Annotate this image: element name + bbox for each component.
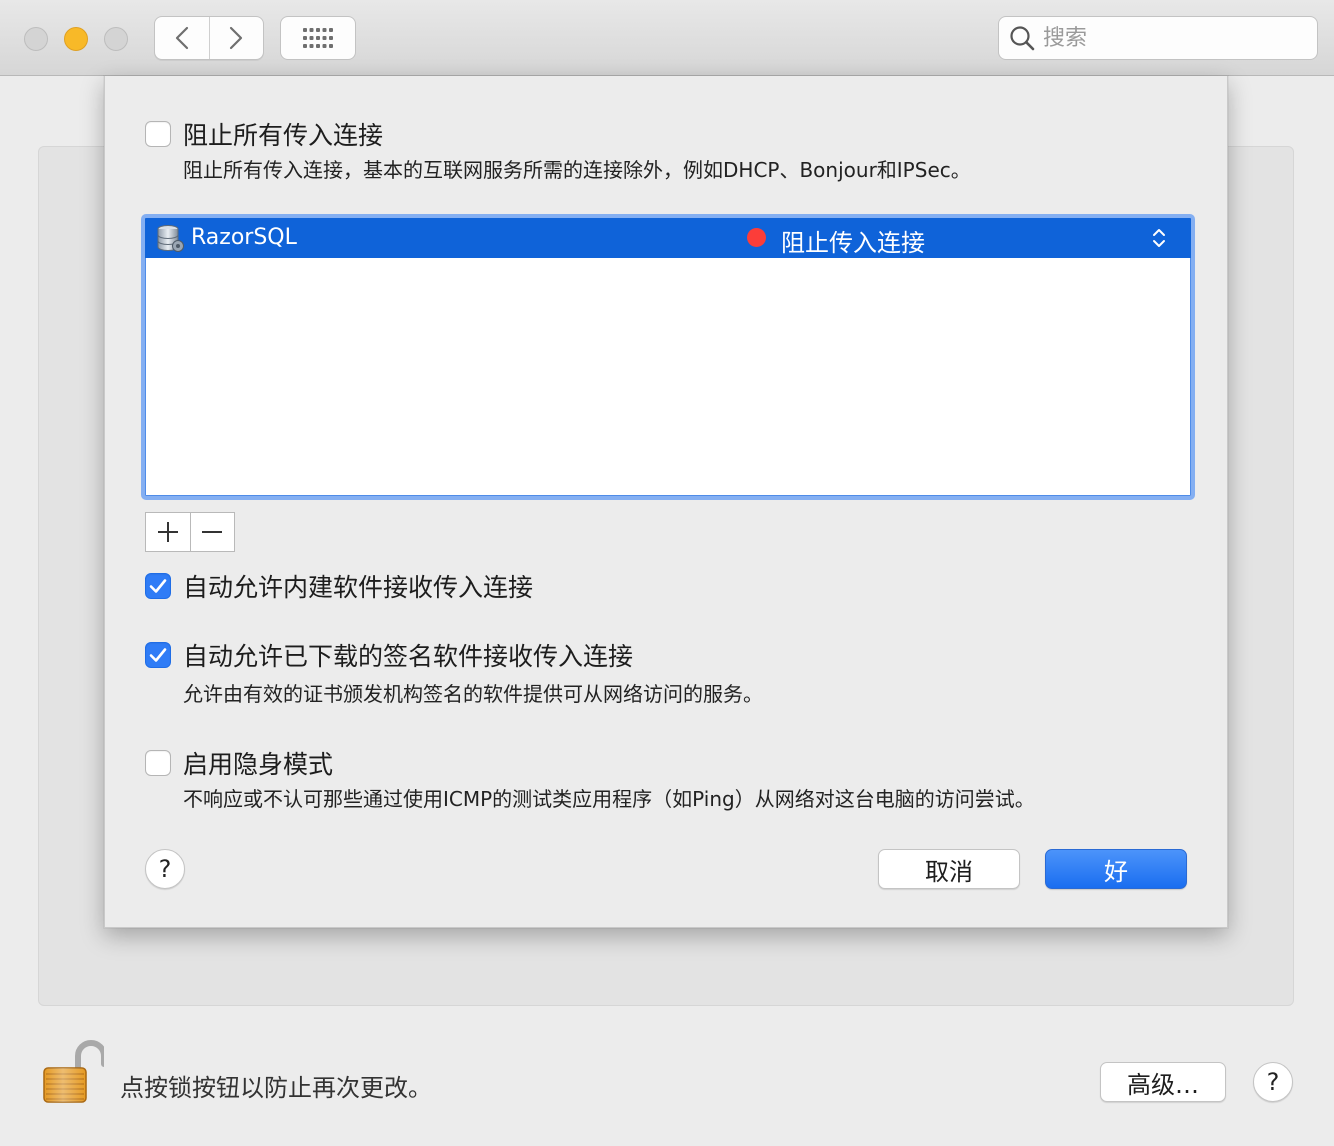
back-button[interactable] <box>155 17 209 59</box>
block-all-description: 阻止所有传入连接，基本的互联网服务所需的连接除外，例如DHCP、Bonjour和… <box>183 158 971 182</box>
blocked-status-dot <box>747 228 766 247</box>
checkmark-icon <box>149 648 167 662</box>
connection-status-select[interactable]: 阻止传入连接 <box>781 223 925 258</box>
firewall-options-sheet: 阻止所有传入连接 阻止所有传入连接，基本的互联网服务所需的连接除外，例如DHCP… <box>104 76 1228 928</box>
plus-icon <box>157 522 178 542</box>
advanced-button[interactable]: 高级… <box>1100 1062 1226 1102</box>
lock-status-text: 点按锁按钮以防止再次更改。 <box>120 1074 432 1102</box>
add-app-button[interactable] <box>146 513 190 551</box>
navigation-buttons <box>154 16 264 60</box>
stealth-mode-option[interactable]: 启用隐身模式 <box>145 745 333 781</box>
updown-chevron-icon[interactable] <box>1149 227 1169 249</box>
list-item[interactable]: RazorSQL 阻止传入连接 <box>145 218 1191 258</box>
block-all-label: 阻止所有传入连接 <box>183 121 384 150</box>
database-icon <box>157 225 184 252</box>
app-list[interactable]: RazorSQL 阻止传入连接 <box>141 214 1195 500</box>
search-input[interactable] <box>1043 25 1303 51</box>
window-toolbar <box>0 0 1334 76</box>
chevron-right-icon <box>230 26 243 50</box>
unlocked-padlock-icon[interactable] <box>38 1038 104 1106</box>
auto-allow-signed-checkbox[interactable] <box>145 642 171 668</box>
cancel-button[interactable]: 取消 <box>878 849 1020 889</box>
block-all-option[interactable]: 阻止所有传入连接 <box>145 116 383 152</box>
forward-button[interactable] <box>208 17 264 59</box>
auto-allow-builtin-option[interactable]: 自动允许内建软件接收传入连接 <box>145 568 533 604</box>
remove-app-button[interactable] <box>189 513 235 551</box>
auto-allow-builtin-checkbox[interactable] <box>145 573 171 599</box>
close-window-button[interactable] <box>24 27 48 51</box>
minimize-window-button[interactable] <box>64 27 88 51</box>
auto-allow-signed-description: 允许由有效的证书颁发机构签名的软件提供可从网络访问的服务。 <box>183 682 763 706</box>
minus-icon <box>202 531 223 533</box>
auto-allow-signed-option[interactable]: 自动允许已下载的签名软件接收传入连接 <box>145 637 633 673</box>
help-button[interactable]: ? <box>1253 1062 1293 1102</box>
stealth-mode-checkbox[interactable] <box>145 750 171 776</box>
block-all-checkbox[interactable] <box>145 121 171 147</box>
stealth-mode-description: 不响应或不认可那些通过使用ICMP的测试类应用程序（如Ping）从网络对这台电脑… <box>183 787 1035 811</box>
add-remove-buttons <box>145 512 235 552</box>
sheet-help-button[interactable]: ? <box>145 849 185 889</box>
chevron-left-icon <box>175 26 188 50</box>
stealth-mode-label: 启用隐身模式 <box>183 750 334 779</box>
zoom-window-button[interactable] <box>104 27 128 51</box>
app-name: RazorSQL <box>191 225 297 250</box>
ok-button[interactable]: 好 <box>1045 849 1187 889</box>
search-icon <box>1010 26 1035 51</box>
auto-allow-builtin-label: 自动允许内建软件接收传入连接 <box>183 573 534 602</box>
auto-allow-signed-label: 自动允许已下载的签名软件接收传入连接 <box>183 642 634 671</box>
checkmark-icon <box>149 579 167 593</box>
show-all-button[interactable] <box>280 16 356 60</box>
search-field[interactable] <box>998 16 1318 60</box>
grid-icon <box>303 28 333 48</box>
